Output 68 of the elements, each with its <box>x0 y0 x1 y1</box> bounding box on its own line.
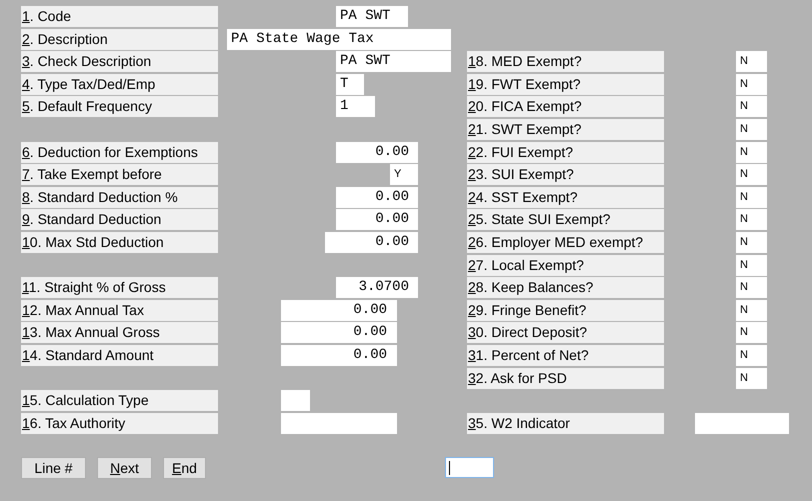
field-label: 14. Standard Amount <box>21 344 218 366</box>
field-label: 18. MED Exempt? <box>467 51 664 72</box>
field-label: 29. Fringe Benefit? <box>467 300 664 321</box>
input-field[interactable]: Y <box>390 164 418 186</box>
field-label: 15. Calculation Type <box>21 390 218 412</box>
field-label: 12. Max Annual Tax <box>21 300 218 321</box>
field-label: 35. W2 Indicator <box>467 412 664 434</box>
input-field[interactable]: 0.00 <box>281 322 397 344</box>
field-label: 7. Take Exempt before <box>21 164 218 186</box>
input-field[interactable]: PA SWT <box>336 6 408 27</box>
input-field[interactable]: 0.00 <box>336 186 418 208</box>
input-field[interactable] <box>281 412 397 434</box>
input-field[interactable]: 0.00 <box>336 142 418 163</box>
field-label: 2. Description <box>21 28 218 50</box>
field-label: 23. SUI Exempt? <box>467 164 664 186</box>
field-label: 31. Percent of Net? <box>467 344 664 366</box>
input-field[interactable]: N <box>736 300 767 321</box>
field-label: 27. Local Exempt? <box>467 254 664 276</box>
field-label: 26. Employer MED exempt? <box>467 232 664 253</box>
field-label: 19. FWT Exempt? <box>467 74 664 95</box>
input-field[interactable]: 3.0700 <box>336 277 418 298</box>
form-button[interactable]: Line # <box>21 457 86 480</box>
field-label: 4. Type Tax/Ded/Emp <box>21 74 218 95</box>
input-field[interactable]: T <box>336 74 364 95</box>
field-label: 22. FUI Exempt? <box>467 142 664 163</box>
input-field[interactable]: N <box>736 344 767 366</box>
input-field[interactable]: N <box>736 118 767 140</box>
field-label: 28. Keep Balances? <box>467 277 664 298</box>
input-field[interactable]: N <box>736 51 767 72</box>
input-field[interactable]: N <box>736 232 767 253</box>
command-field[interactable] <box>445 457 494 478</box>
input-field[interactable]: N <box>736 96 767 118</box>
field-label: 32. Ask for PSD <box>467 368 664 388</box>
field-label: 13. Max Annual Gross <box>21 322 218 344</box>
input-field[interactable]: N <box>736 142 767 163</box>
field-label: 25. State SUI Exempt? <box>467 209 664 230</box>
field-label: 5. Default Frequency <box>21 96 218 118</box>
field-label: 11. Straight % of Gross <box>21 277 218 298</box>
field-label: 24. SST Exempt? <box>467 186 664 208</box>
input-field[interactable]: N <box>736 368 767 388</box>
input-field[interactable]: PA SWT <box>336 51 451 72</box>
field-label: 10. Max Std Deduction <box>21 232 218 253</box>
input-field[interactable]: 0.00 <box>336 209 418 230</box>
field-label: 20. FICA Exempt? <box>467 96 664 118</box>
input-field[interactable]: N <box>736 254 767 276</box>
input-field[interactable]: PA State Wage Tax <box>227 28 451 50</box>
field-label: 21. SWT Exempt? <box>467 118 664 140</box>
field-label: 16. Tax Authority <box>21 412 218 434</box>
input-field[interactable]: 1 <box>336 96 375 118</box>
form-button[interactable]: End <box>163 457 206 480</box>
input-field[interactable]: 0.00 <box>281 344 397 366</box>
field-label: 1. Code <box>21 6 218 27</box>
field-label: 3. Check Description <box>21 51 218 72</box>
input-field[interactable]: N <box>736 322 767 344</box>
field-label: 8. Standard Deduction % <box>21 186 218 208</box>
field-label: 6. Deduction for Exemptions <box>21 142 218 163</box>
input-field[interactable]: 0.00 <box>281 300 397 321</box>
input-field[interactable]: N <box>736 209 767 230</box>
input-field[interactable]: 0.00 <box>325 232 418 253</box>
input-field[interactable] <box>695 412 789 434</box>
form-button[interactable]: Next <box>97 457 152 480</box>
input-field[interactable] <box>281 390 310 412</box>
input-field[interactable]: N <box>736 186 767 208</box>
input-field[interactable]: N <box>736 277 767 298</box>
field-label: 30. Direct Deposit? <box>467 322 664 344</box>
input-field[interactable]: N <box>736 74 767 95</box>
field-label: 9. Standard Deduction <box>21 209 218 230</box>
input-field[interactable]: N <box>736 164 767 186</box>
